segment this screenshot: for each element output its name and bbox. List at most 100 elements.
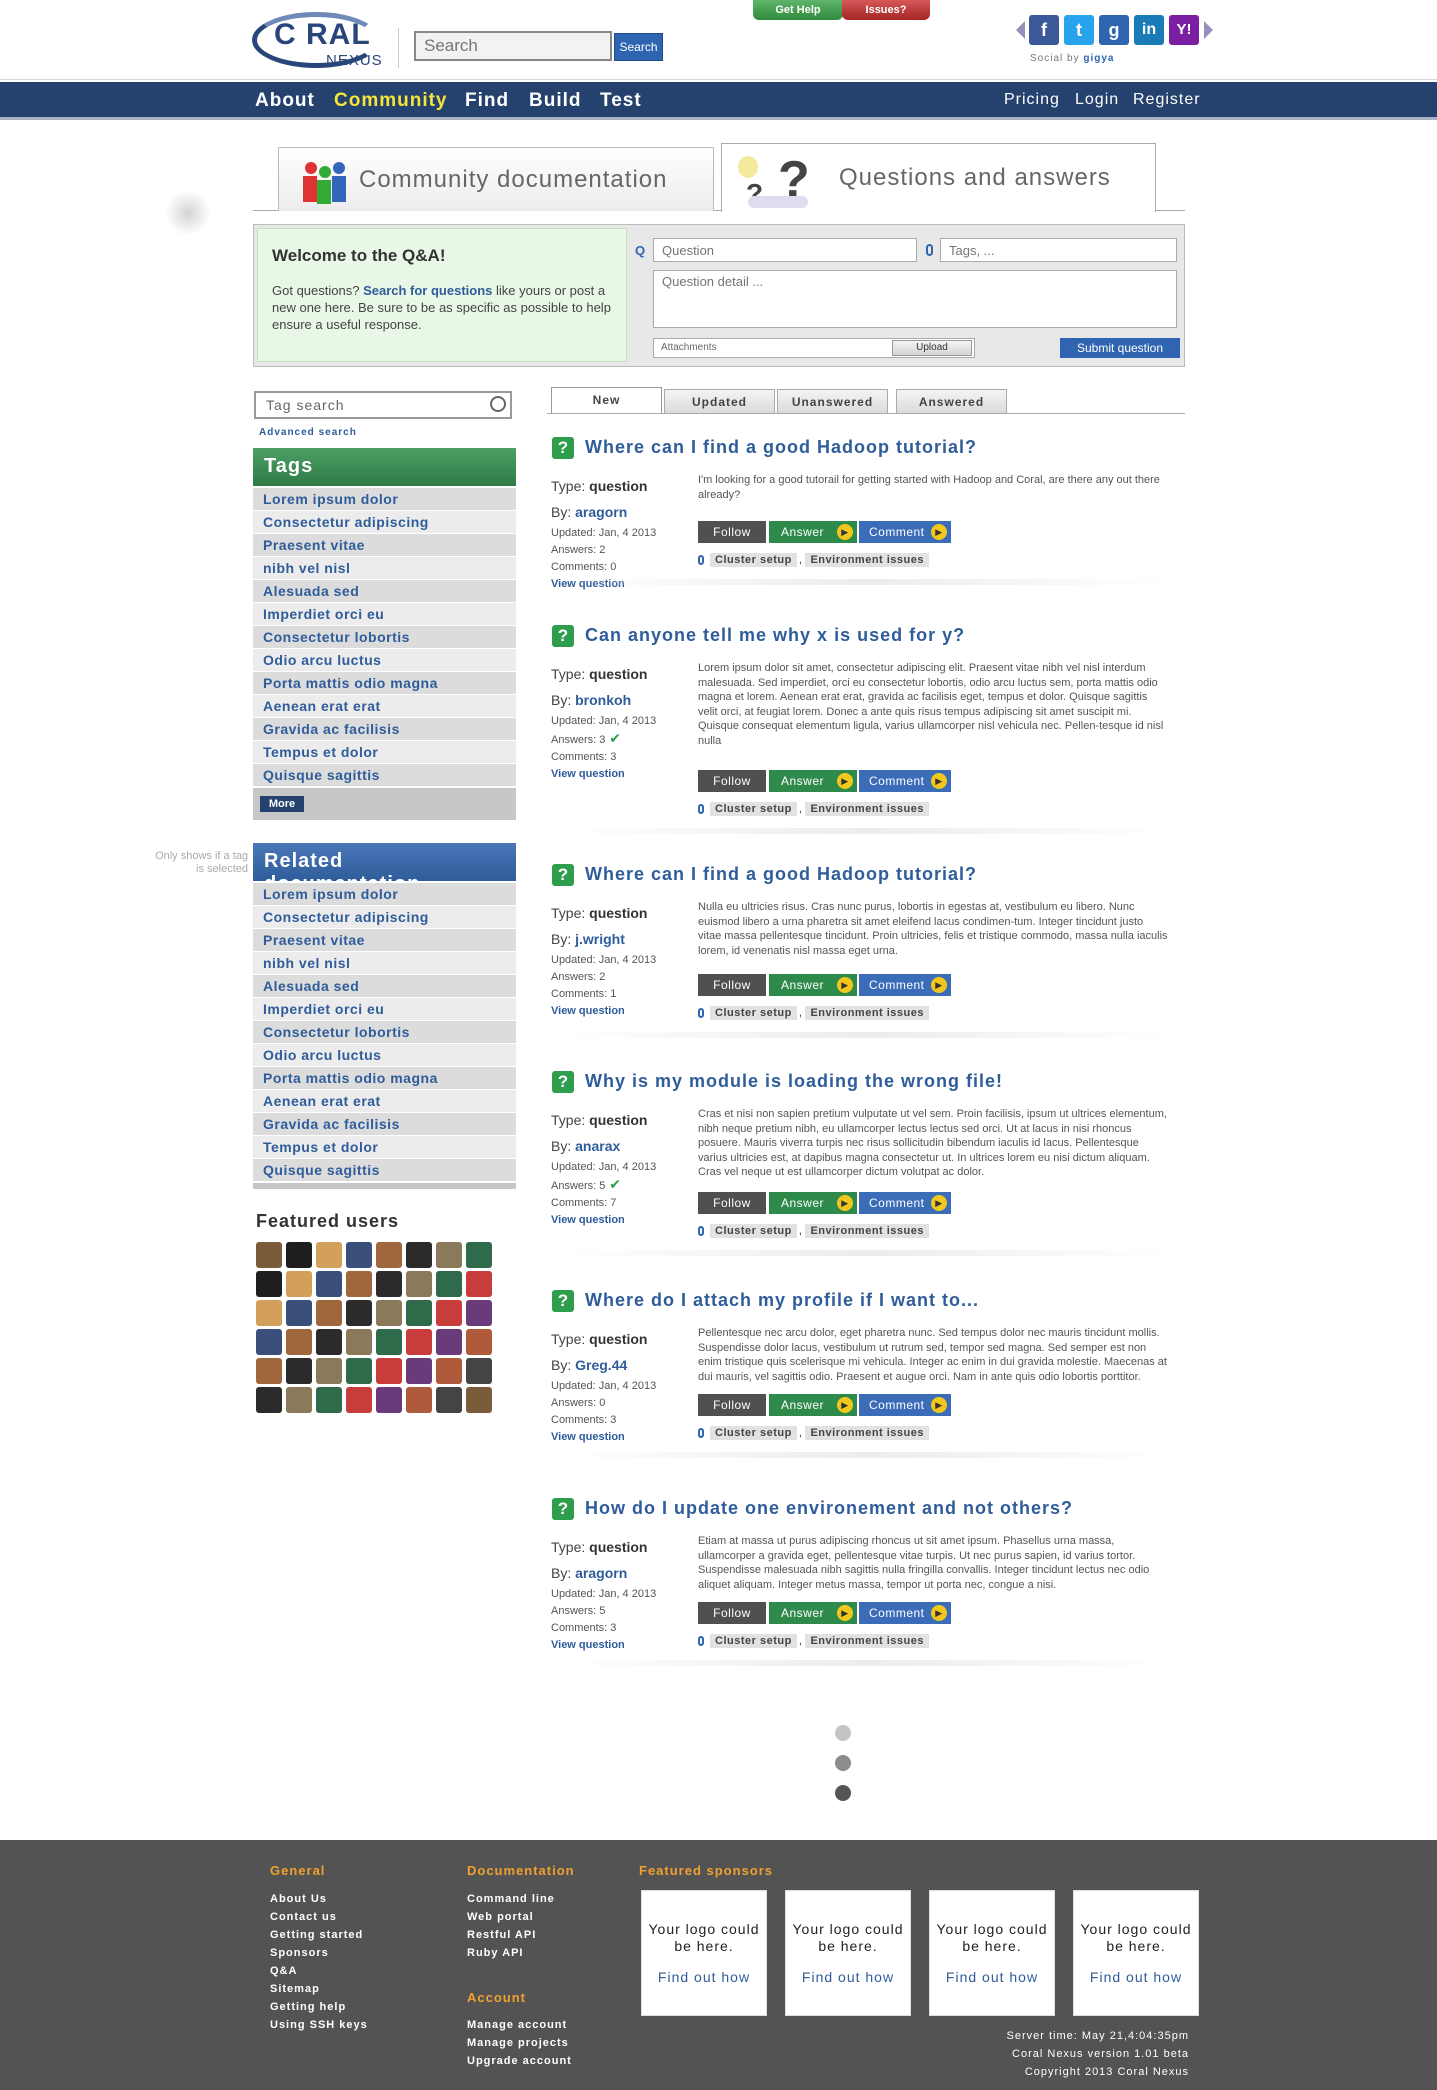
footer-link[interactable]: Restful API: [467, 1926, 555, 1944]
more-tags-button[interactable]: More: [260, 796, 304, 812]
tag-search-input[interactable]: Tag search: [254, 391, 512, 419]
related-doc-link[interactable]: Porta mattis odio magna: [253, 1067, 516, 1090]
tag-chip[interactable]: Environment issues: [805, 1224, 930, 1238]
tag-chip[interactable]: Environment issues: [805, 553, 930, 567]
nav-find[interactable]: Find: [465, 90, 509, 112]
user-avatar[interactable]: [376, 1358, 402, 1384]
user-avatar[interactable]: [256, 1271, 282, 1297]
attachments-field[interactable]: Attachments Upload: [653, 338, 975, 358]
user-avatar[interactable]: [436, 1242, 462, 1268]
comment-button[interactable]: Comment ▶: [859, 1192, 951, 1214]
user-avatar[interactable]: [316, 1271, 342, 1297]
footer-link[interactable]: Ruby API: [467, 1944, 555, 1962]
user-avatar[interactable]: [436, 1271, 462, 1297]
footer-link[interactable]: Using SSH keys: [270, 2016, 368, 2034]
sponsor-slot[interactable]: Your logo could be here. Find out how: [929, 1890, 1055, 2016]
social-next-icon[interactable]: [1204, 21, 1213, 39]
user-avatar[interactable]: [406, 1300, 432, 1326]
user-avatar[interactable]: [316, 1358, 342, 1384]
follow-button[interactable]: Follow: [698, 1192, 766, 1214]
get-help-button[interactable]: Get Help: [753, 0, 843, 20]
nav-community[interactable]: Community: [334, 90, 448, 112]
follow-button[interactable]: Follow: [698, 974, 766, 996]
question-input[interactable]: [653, 238, 917, 262]
user-avatar[interactable]: [376, 1329, 402, 1355]
user-avatar[interactable]: [406, 1329, 432, 1355]
nav-build[interactable]: Build: [529, 90, 582, 112]
linkedin-icon[interactable]: in: [1134, 15, 1164, 45]
question-title[interactable]: How do I update one environement and not…: [585, 1498, 1073, 1519]
question-title[interactable]: Where can I find a good Hadoop tutorial?: [585, 864, 977, 885]
user-avatar[interactable]: [256, 1387, 282, 1413]
footer-link[interactable]: Sitemap: [270, 1980, 368, 1998]
tag-chip[interactable]: Cluster setup: [710, 802, 797, 816]
sponsor-slot[interactable]: Your logo could be here. Find out how: [641, 1890, 767, 2016]
related-doc-link[interactable]: Praesent vitae: [253, 929, 516, 952]
tag-chip[interactable]: Environment issues: [805, 1426, 930, 1440]
yahoo-icon[interactable]: Y!: [1169, 15, 1199, 45]
search-input[interactable]: [414, 31, 612, 61]
user-avatar[interactable]: [286, 1300, 312, 1326]
user-avatar[interactable]: [376, 1242, 402, 1268]
answer-button[interactable]: Answer ▶: [769, 1602, 857, 1624]
comment-button[interactable]: Comment ▶: [859, 521, 951, 543]
tag-link[interactable]: Porta mattis odio magna: [253, 672, 516, 695]
tag-link[interactable]: Aenean erat erat: [253, 695, 516, 718]
tag-chip[interactable]: Cluster setup: [710, 1006, 797, 1020]
related-doc-link[interactable]: Imperdiet orci eu: [253, 998, 516, 1021]
sponsor-link[interactable]: Find out how: [642, 1969, 766, 1985]
view-question-link[interactable]: View question: [551, 1637, 691, 1654]
author-link[interactable]: j.wright: [575, 931, 625, 947]
tag-link[interactable]: Lorem ipsum dolor: [253, 488, 516, 511]
search-button[interactable]: Search: [614, 33, 663, 61]
tag-link[interactable]: Quisque sagittis: [253, 764, 516, 787]
tag-chip[interactable]: Cluster setup: [710, 1224, 797, 1238]
facebook-icon[interactable]: f: [1029, 15, 1059, 45]
pagination-dot[interactable]: [835, 1725, 851, 1741]
question-title[interactable]: Can anyone tell me why x is used for y?: [585, 625, 965, 646]
tag-chip[interactable]: Cluster setup: [710, 553, 797, 567]
question-title[interactable]: Where do I attach my profile if I want t…: [585, 1290, 979, 1311]
tag-chip[interactable]: Cluster setup: [710, 1634, 797, 1648]
user-avatar[interactable]: [436, 1329, 462, 1355]
related-doc-link[interactable]: Quisque sagittis: [253, 1159, 516, 1182]
question-title[interactable]: Where can I find a good Hadoop tutorial?: [585, 437, 977, 458]
pagination-dot[interactable]: [835, 1755, 851, 1771]
social-prev-icon[interactable]: [1016, 21, 1025, 39]
question-detail-input[interactable]: [653, 270, 1177, 328]
search-icon[interactable]: [490, 396, 506, 412]
issues-button[interactable]: Issues?: [842, 0, 930, 20]
user-avatar[interactable]: [256, 1300, 282, 1326]
advanced-search-link[interactable]: Advanced search: [259, 427, 357, 438]
sponsor-slot[interactable]: Your logo could be here. Find out how: [785, 1890, 911, 2016]
follow-button[interactable]: Follow: [698, 1602, 766, 1624]
user-avatar[interactable]: [406, 1271, 432, 1297]
tags-input[interactable]: [940, 238, 1177, 262]
upload-button[interactable]: Upload: [892, 340, 972, 356]
footer-link[interactable]: Q&A: [270, 1962, 368, 1980]
pagination-dot[interactable]: [835, 1785, 851, 1801]
follow-button[interactable]: Follow: [698, 1394, 766, 1416]
question-title[interactable]: Why is my module is loading the wrong fi…: [585, 1071, 1003, 1092]
comment-button[interactable]: Comment ▶: [859, 1602, 951, 1624]
user-avatar[interactable]: [316, 1387, 342, 1413]
view-question-link[interactable]: View question: [551, 1212, 691, 1229]
footer-link[interactable]: Manage projects: [467, 2034, 572, 2052]
tag-link[interactable]: Odio arcu luctus: [253, 649, 516, 672]
footer-link[interactable]: Upgrade account: [467, 2052, 572, 2070]
user-avatar[interactable]: [466, 1271, 492, 1297]
user-avatar[interactable]: [466, 1300, 492, 1326]
tag-chip[interactable]: Cluster setup: [710, 1426, 797, 1440]
answer-button[interactable]: Answer ▶: [769, 974, 857, 996]
tab-updated[interactable]: Updated: [664, 389, 775, 414]
footer-link[interactable]: About Us: [270, 1890, 368, 1908]
comment-button[interactable]: Comment ▶: [859, 974, 951, 996]
view-question-link[interactable]: View question: [551, 1003, 691, 1020]
user-avatar[interactable]: [286, 1242, 312, 1268]
view-question-link[interactable]: View question: [551, 766, 691, 783]
tab-community-documentation[interactable]: Community documentation: [278, 147, 714, 211]
answer-button[interactable]: Answer ▶: [769, 1192, 857, 1214]
search-questions-link[interactable]: Search for questions: [363, 283, 492, 298]
sponsor-slot[interactable]: Your logo could be here. Find out how: [1073, 1890, 1199, 2016]
user-avatar[interactable]: [436, 1300, 462, 1326]
